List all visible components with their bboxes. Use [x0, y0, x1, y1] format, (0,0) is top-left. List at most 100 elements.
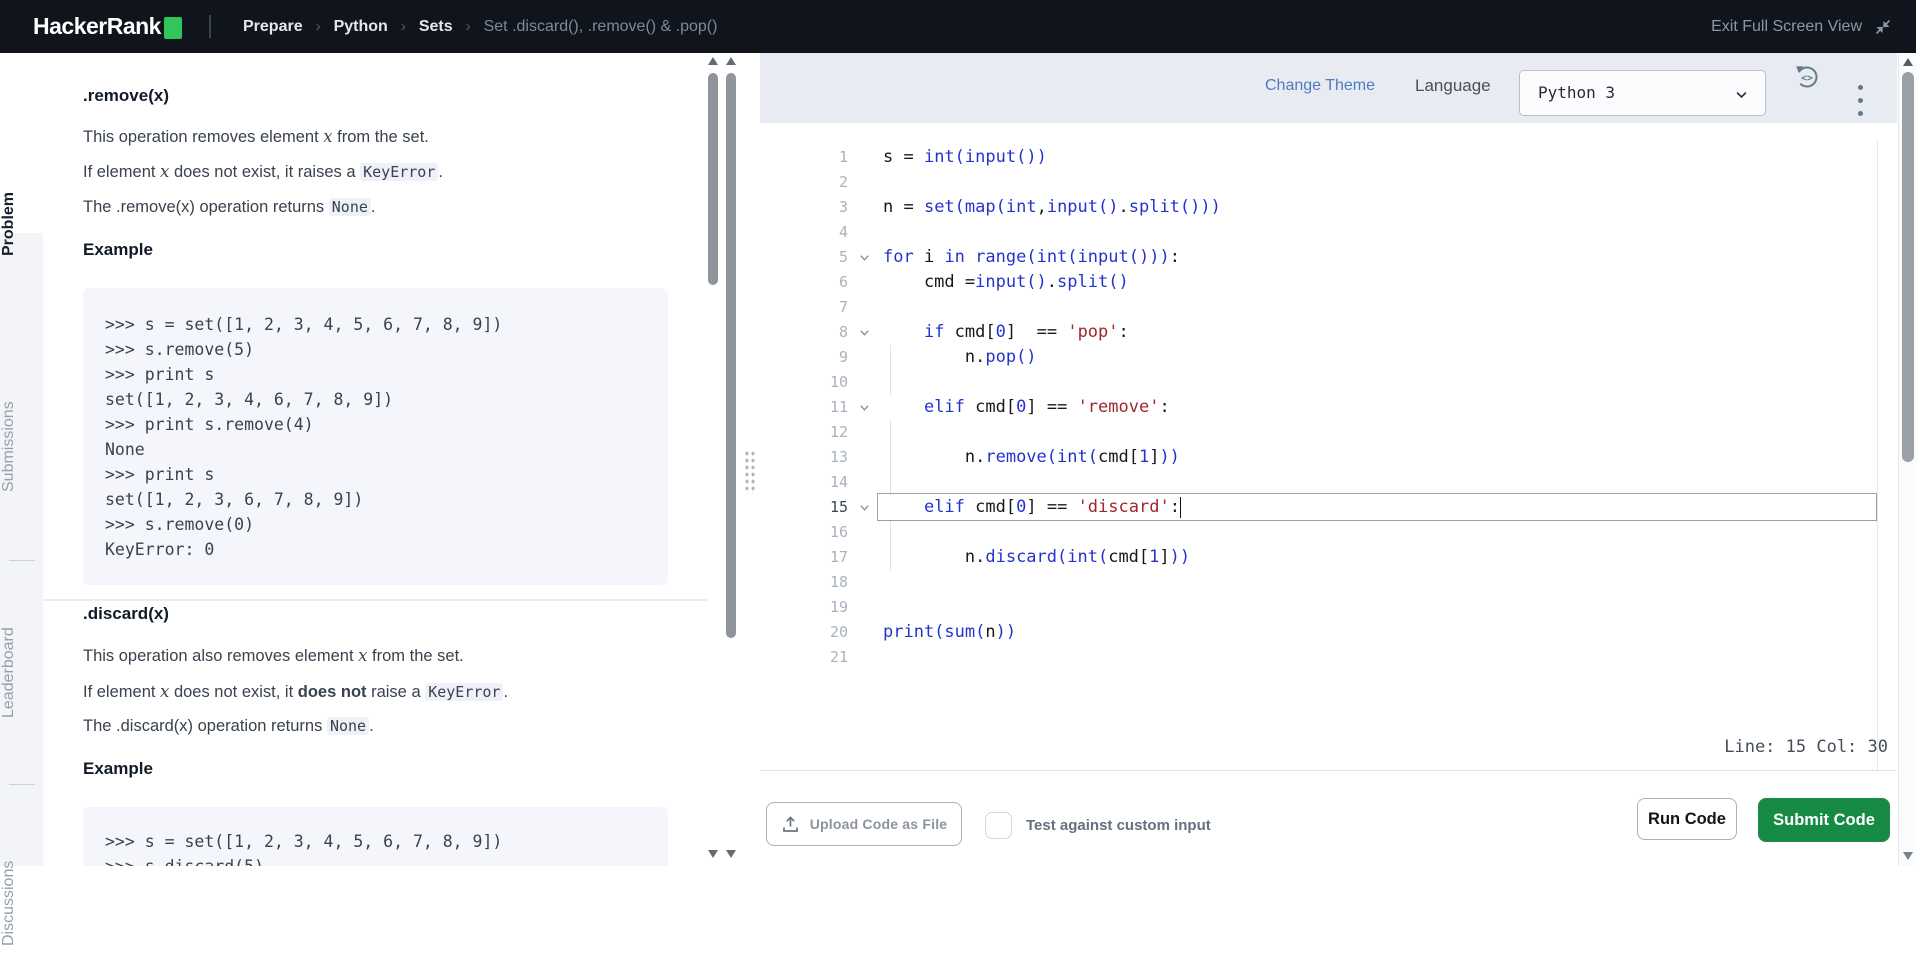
code-line[interactable]: print(sum(n)): [883, 620, 1873, 645]
page-scrollbar[interactable]: [1898, 53, 1916, 866]
example-code-line: >>> s.remove(5): [105, 340, 255, 359]
paragraph: The .discard(x) operation returns None.: [83, 716, 668, 737]
tab-submissions[interactable]: Submissions: [0, 395, 43, 499]
more-options-button[interactable]: [1852, 85, 1868, 121]
fold-chevron-icon[interactable]: [855, 245, 873, 270]
gutter-line-number: 3: [838, 198, 848, 216]
section-divider: [43, 599, 707, 601]
text-segment: does not: [297, 683, 367, 701]
code-line[interactable]: elif cmd[0] == 'remove':: [883, 395, 1873, 420]
code-token: 1: [1149, 547, 1160, 567]
text-segment: does not exist, it: [169, 683, 298, 701]
tab-divider: [9, 560, 35, 561]
code-token: n.: [883, 547, 986, 567]
panel-scrollbar-thumb[interactable]: [726, 73, 736, 638]
breadcrumb-item[interactable]: Python: [334, 18, 388, 36]
code-token: cmd: [944, 322, 986, 342]
code-line[interactable]: elif cmd[0] == 'discard':: [883, 495, 1873, 520]
hackerrank-logo[interactable]: HackerRank: [33, 0, 182, 53]
code-line[interactable]: n = set(map(int,input().split())): [883, 195, 1873, 220]
code-token: map(: [964, 197, 1006, 217]
code-token: :: [1169, 497, 1180, 517]
code-token: :: [1159, 397, 1170, 417]
text-segment: This operation removes element: [83, 128, 324, 146]
code-token: n.: [883, 347, 986, 367]
scroll-up-arrow-icon[interactable]: [726, 57, 736, 65]
fold-chevron-icon[interactable]: [855, 395, 873, 420]
code-token: split(): [1057, 272, 1129, 292]
code-token: i: [913, 247, 945, 267]
tab-problem[interactable]: Problem: [0, 175, 43, 273]
code-line[interactable]: s = int(input()): [883, 145, 1873, 170]
run-code-button[interactable]: Run Code: [1637, 798, 1737, 840]
editor-toolbar: Change Theme Language Python 3 <>: [760, 53, 1897, 123]
history-icon: <>: [1796, 66, 1818, 88]
scroll-down-arrow-icon[interactable]: [726, 850, 736, 858]
submit-code-button[interactable]: Submit Code: [1758, 798, 1890, 842]
text-segment: .: [370, 198, 376, 216]
breadcrumb: Prepare › Python › Sets › Set .discard(), .rem…: [243, 0, 717, 53]
custom-input-checkbox[interactable]: [985, 812, 1012, 839]
scroll-up-arrow-icon[interactable]: [1903, 58, 1913, 66]
language-label: Language: [1415, 76, 1491, 95]
code-token: int(: [923, 147, 965, 167]
code-token: if: [923, 322, 945, 342]
custom-input-label: Test against custom input: [1026, 817, 1211, 834]
code-token: input(): [964, 147, 1037, 167]
code-line[interactable]: if cmd[0] == 'pop':: [883, 320, 1873, 345]
code-token: sum(: [944, 622, 986, 642]
example-code-block-discard: >>> s = set([1, 2, 3, 4, 5, 6, 7, 8, 9])…: [83, 807, 668, 866]
code-line[interactable]: n.remove(int(cmd[1])): [883, 445, 1873, 470]
code-editing-area[interactable]: 1s = int(input()) 2 3 n = set(map(int,input…: [760, 123, 1897, 770]
upload-code-button[interactable]: Upload Code as File: [766, 802, 962, 846]
code-token: :: [1118, 322, 1129, 342]
code-line[interactable]: n.pop(): [883, 345, 1873, 370]
fold-chevron-icon[interactable]: [855, 320, 873, 345]
problem-scrollbar-thumb[interactable]: [708, 73, 718, 285]
code-token: int(: [1036, 247, 1078, 267]
scroll-up-arrow-icon[interactable]: [708, 57, 718, 65]
scroll-down-arrow-icon[interactable]: [708, 850, 718, 858]
language-dropdown[interactable]: Python 3: [1519, 70, 1766, 116]
paragraph: This operation removes element x from th…: [83, 126, 668, 148]
scroll-down-arrow-icon[interactable]: [1903, 852, 1913, 860]
tab-leaderboard[interactable]: Leaderboard: [0, 621, 43, 725]
code-line[interactable]: cmd =input().split(): [883, 270, 1873, 295]
code-token: [: [1138, 547, 1150, 567]
code-line[interactable]: for i in range(int(input())):: [883, 245, 1873, 270]
code-token: discard(: [985, 547, 1068, 567]
text-segment: .: [503, 683, 509, 701]
exit-fullscreen-button[interactable]: Exit Full Screen View: [1711, 0, 1892, 53]
text-segment: x: [160, 162, 170, 181]
breadcrumb-item[interactable]: Sets: [419, 18, 453, 36]
tab-discussions[interactable]: Discussions: [0, 843, 43, 963]
text-segment: None: [328, 198, 371, 216]
gutter-line-number: 7: [838, 298, 848, 316]
change-theme-link[interactable]: Change Theme: [1265, 77, 1375, 95]
code-token: in: [944, 247, 965, 267]
restore-code-button[interactable]: <>: [1793, 63, 1821, 91]
paragraph: If element x does not exist, it raises a…: [83, 161, 668, 183]
code-token: ): [1036, 147, 1047, 167]
example-code-line: >>> s = set([1, 2, 3, 4, 5, 6, 7, 8, 9]): [105, 832, 503, 851]
code-token: s =: [883, 147, 924, 167]
code-token: pop(): [985, 347, 1037, 367]
page-scrollbar-thumb[interactable]: [1902, 72, 1914, 462]
gutter-line-number: 1: [838, 148, 848, 166]
code-line[interactable]: n.discard(int(cmd[1])): [883, 545, 1873, 570]
text-segment: None: [326, 717, 370, 735]
panel-resize-handle[interactable]: [744, 450, 756, 494]
text-segment: .: [369, 717, 374, 735]
fold-chevron-icon[interactable]: [855, 495, 873, 520]
gutter-line-number: 2: [838, 173, 848, 191]
editor-right-border: [1877, 140, 1878, 770]
breadcrumb-item[interactable]: Prepare: [243, 18, 303, 36]
compress-icon: [1875, 19, 1891, 34]
code-token: .: [1046, 272, 1058, 292]
text-segment: x: [160, 682, 170, 701]
code-token: cmd: [964, 497, 1006, 517]
gutter-line-number: 18: [829, 573, 848, 591]
code-token: n: [985, 622, 996, 642]
code-token: input(): [1077, 247, 1150, 267]
